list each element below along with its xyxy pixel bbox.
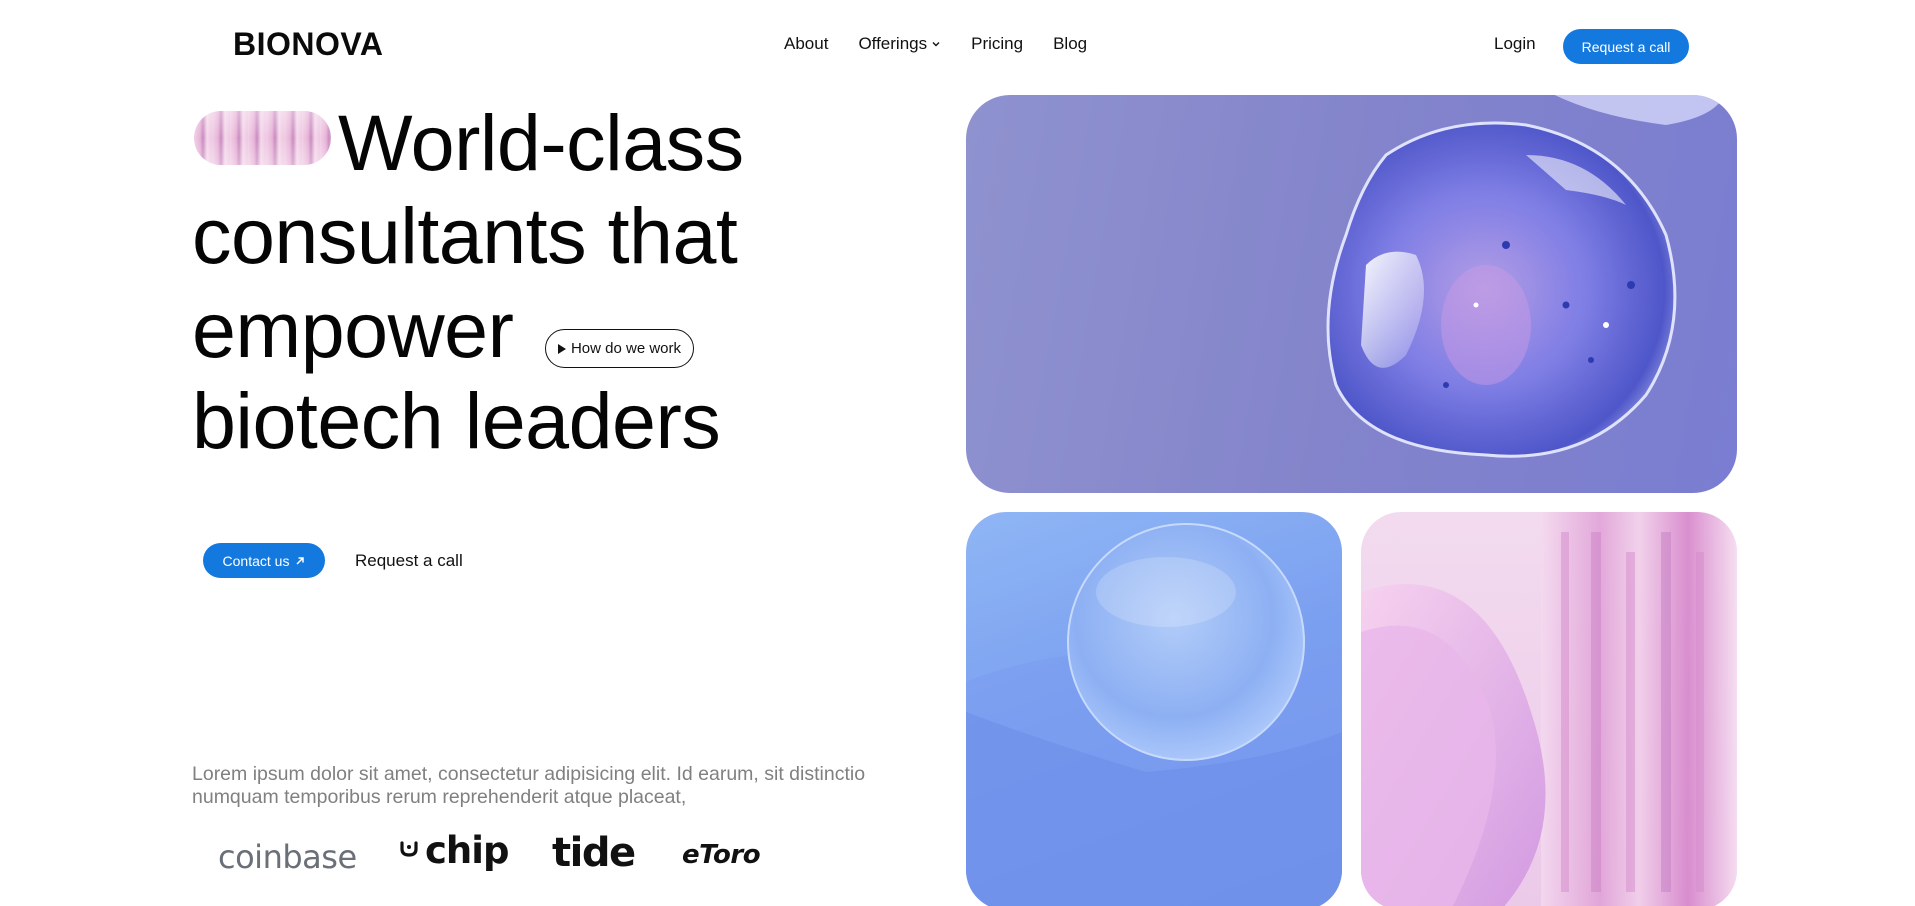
main-nav: About Offerings Pricing Blog (784, 34, 1087, 54)
chip-logo-icon (400, 841, 418, 857)
hero-image-pink-abstract (1361, 512, 1737, 906)
play-icon (557, 343, 566, 354)
nav-blog-label: Blog (1053, 34, 1088, 53)
headline-line-1: World-class (338, 98, 744, 187)
chevron-down-icon (932, 42, 940, 47)
etoro-logo: eToro (682, 840, 761, 870)
headline-line-4: biotech leaders (192, 376, 721, 465)
arrow-up-right-icon (296, 556, 305, 565)
headline-line-3: empower (192, 285, 514, 374)
hero-pill-image (194, 111, 331, 165)
nav-offerings-label: Offerings (858, 34, 928, 53)
nav-about-link[interactable]: About (784, 34, 828, 54)
hero-image-glass-sphere (966, 512, 1342, 906)
request-call-link[interactable]: Request a call (355, 551, 463, 571)
nav-blog-link[interactable]: Blog (1053, 34, 1087, 54)
brand-logo[interactable]: BIONOVA (233, 26, 383, 63)
contact-us-button[interactable]: Contact us (203, 543, 325, 578)
hero-description: Lorem ipsum dolor sit amet, consectetur … (192, 763, 866, 808)
headline-line-2: consultants that (192, 191, 738, 280)
tide-logo: tide (552, 830, 636, 876)
nav-pricing-label: Pricing (971, 34, 1024, 53)
login-link[interactable]: Login (1494, 34, 1536, 54)
nav-pricing-link[interactable]: Pricing (971, 34, 1023, 54)
nav-about-label: About (784, 34, 829, 53)
nav-offerings-dropdown[interactable]: Offerings (858, 34, 941, 54)
hero-image-glass-blob (966, 95, 1737, 493)
contact-us-label: Contact us (222, 552, 290, 569)
how-we-work-label: How do we work (570, 340, 682, 357)
chip-logo: chip (425, 829, 509, 872)
request-call-button[interactable]: Request a call (1563, 29, 1689, 64)
coinbase-logo: coinbase (218, 838, 357, 876)
how-we-work-button[interactable]: How do we work (545, 329, 694, 368)
